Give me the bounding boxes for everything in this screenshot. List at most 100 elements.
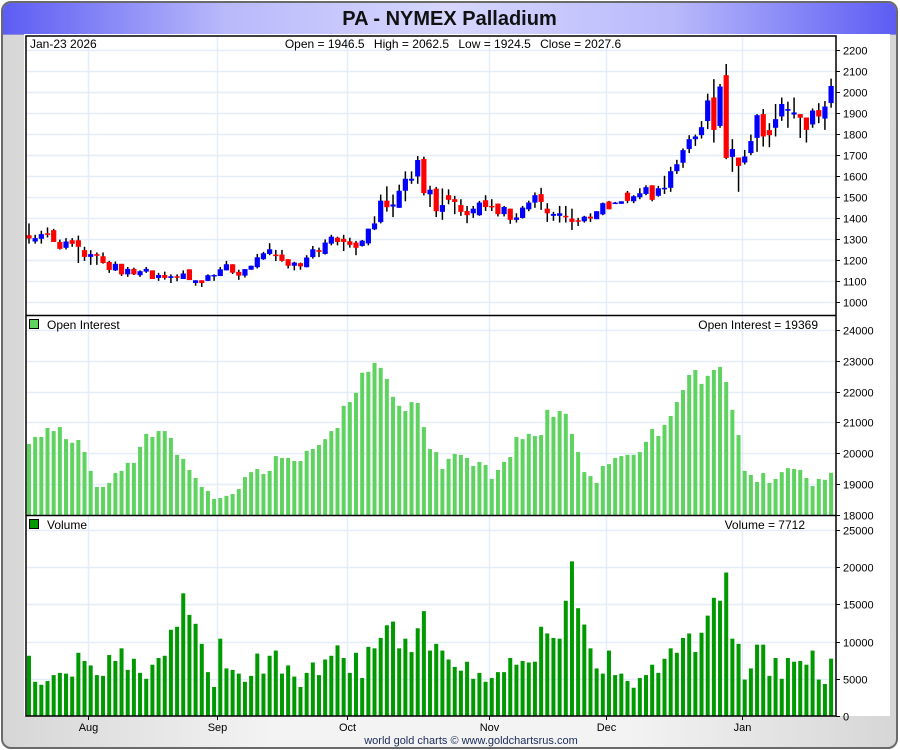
candle-body bbox=[470, 208, 476, 214]
open-interest-bar bbox=[742, 470, 747, 515]
candle-body bbox=[822, 106, 828, 119]
volume-bar bbox=[465, 661, 470, 716]
candle-body bbox=[162, 274, 168, 278]
candle-body bbox=[334, 237, 341, 242]
open-interest-bar bbox=[465, 457, 470, 515]
y-tick-label: 2100 bbox=[843, 67, 867, 79]
open-interest-bar bbox=[779, 472, 784, 515]
candle-body bbox=[88, 254, 94, 257]
candle-body bbox=[680, 150, 686, 163]
candle-body bbox=[63, 241, 69, 248]
volume-bar bbox=[798, 660, 803, 716]
open-interest-legend: Open Interest bbox=[47, 318, 120, 332]
open-interest-bar bbox=[175, 454, 180, 515]
candle-body bbox=[760, 114, 766, 137]
open-interest-bar bbox=[736, 435, 741, 515]
volume-bar bbox=[360, 678, 365, 716]
volume-bar bbox=[329, 655, 334, 716]
close-value: 2027.6 bbox=[584, 37, 621, 51]
open-interest-bar bbox=[471, 465, 476, 515]
volume-bar bbox=[101, 675, 106, 716]
volume-bar bbox=[822, 684, 827, 716]
candle-body bbox=[705, 100, 711, 122]
candle-body bbox=[711, 97, 717, 130]
volume-bar bbox=[576, 608, 581, 716]
candle-body bbox=[217, 269, 223, 277]
open-interest-bar bbox=[316, 444, 321, 515]
volume-bar bbox=[557, 638, 562, 716]
candle-body bbox=[791, 112, 797, 115]
candle-body bbox=[285, 259, 291, 266]
chart-marks bbox=[26, 64, 834, 716]
volume-bar bbox=[273, 650, 278, 716]
candle-body bbox=[26, 235, 32, 239]
candle-body bbox=[816, 110, 822, 117]
candle-body bbox=[482, 200, 489, 207]
volume-bar bbox=[662, 658, 667, 716]
high-value: 2062.5 bbox=[412, 37, 449, 51]
candle-body bbox=[125, 268, 131, 275]
open-interest-bar bbox=[785, 468, 790, 515]
candle-body bbox=[476, 202, 483, 216]
open-interest-bar bbox=[33, 436, 38, 515]
volume-bar bbox=[366, 646, 371, 716]
y-tick-label: 20000 bbox=[843, 449, 874, 461]
volume-bar bbox=[113, 660, 118, 716]
y-tick-label: 24000 bbox=[843, 326, 874, 338]
candle-body bbox=[674, 164, 680, 172]
open-interest-bar bbox=[212, 498, 217, 515]
open-interest-bar bbox=[718, 366, 723, 515]
volume-bar bbox=[212, 687, 217, 716]
price-date: Jan-23 2026 bbox=[30, 37, 97, 51]
volume-bar bbox=[563, 600, 568, 716]
volume-bar bbox=[242, 681, 247, 716]
volume-bar bbox=[736, 643, 741, 716]
open-interest-bar bbox=[347, 402, 352, 515]
candle-body bbox=[594, 211, 600, 220]
candle-body bbox=[772, 119, 779, 128]
low-value: 1924.5 bbox=[494, 37, 531, 51]
open-interest-bar bbox=[384, 378, 389, 515]
x-tick-label: Jan bbox=[734, 722, 752, 734]
open-interest-bar bbox=[699, 383, 704, 515]
open-interest-bar bbox=[224, 495, 229, 515]
y-tick-label: 1100 bbox=[843, 277, 867, 289]
volume-bar bbox=[150, 664, 155, 716]
volume-bar bbox=[298, 687, 303, 716]
volume-bar bbox=[594, 668, 599, 716]
candle-body bbox=[341, 238, 347, 242]
candle-body bbox=[384, 200, 390, 208]
candle-body bbox=[371, 223, 378, 230]
open-interest-bar bbox=[773, 478, 778, 515]
candle-body bbox=[174, 276, 180, 278]
y-tick-label: 25000 bbox=[843, 526, 874, 538]
open-interest-bar bbox=[341, 405, 346, 515]
y-tick-label: 1200 bbox=[843, 256, 867, 268]
volume-bar bbox=[335, 645, 340, 716]
candle-body bbox=[692, 136, 698, 140]
volume-bar bbox=[144, 678, 149, 716]
volume-bar bbox=[292, 676, 297, 716]
open-interest-bar bbox=[687, 374, 692, 515]
candle-body bbox=[526, 202, 532, 210]
volume-bar bbox=[107, 655, 112, 716]
volume-bar bbox=[755, 644, 760, 716]
open-interest-bar bbox=[360, 372, 365, 515]
volume-bar bbox=[187, 614, 192, 716]
open-interest-bar bbox=[279, 457, 284, 515]
volume-bar bbox=[588, 648, 593, 716]
low-label: Low = bbox=[458, 37, 490, 51]
footer-credit: world gold charts © www.goldchartsrus.co… bbox=[363, 735, 578, 747]
open-interest-bar bbox=[767, 482, 772, 515]
volume-bar bbox=[637, 678, 642, 716]
y-tick-label: 2200 bbox=[843, 46, 867, 58]
open-interest-bar bbox=[45, 427, 50, 515]
candle-body bbox=[828, 85, 834, 104]
open-interest-bar bbox=[51, 431, 56, 515]
candle-body bbox=[606, 201, 612, 210]
axes: Aug Sep Oct Nov Dec Jan 1000 1100 1200 1300 1400 15… bbox=[79, 46, 874, 735]
x-tick-label: Aug bbox=[79, 722, 99, 734]
candle-body bbox=[569, 218, 575, 222]
open-interest-bar bbox=[273, 456, 278, 515]
x-tick-label: Nov bbox=[480, 722, 500, 734]
